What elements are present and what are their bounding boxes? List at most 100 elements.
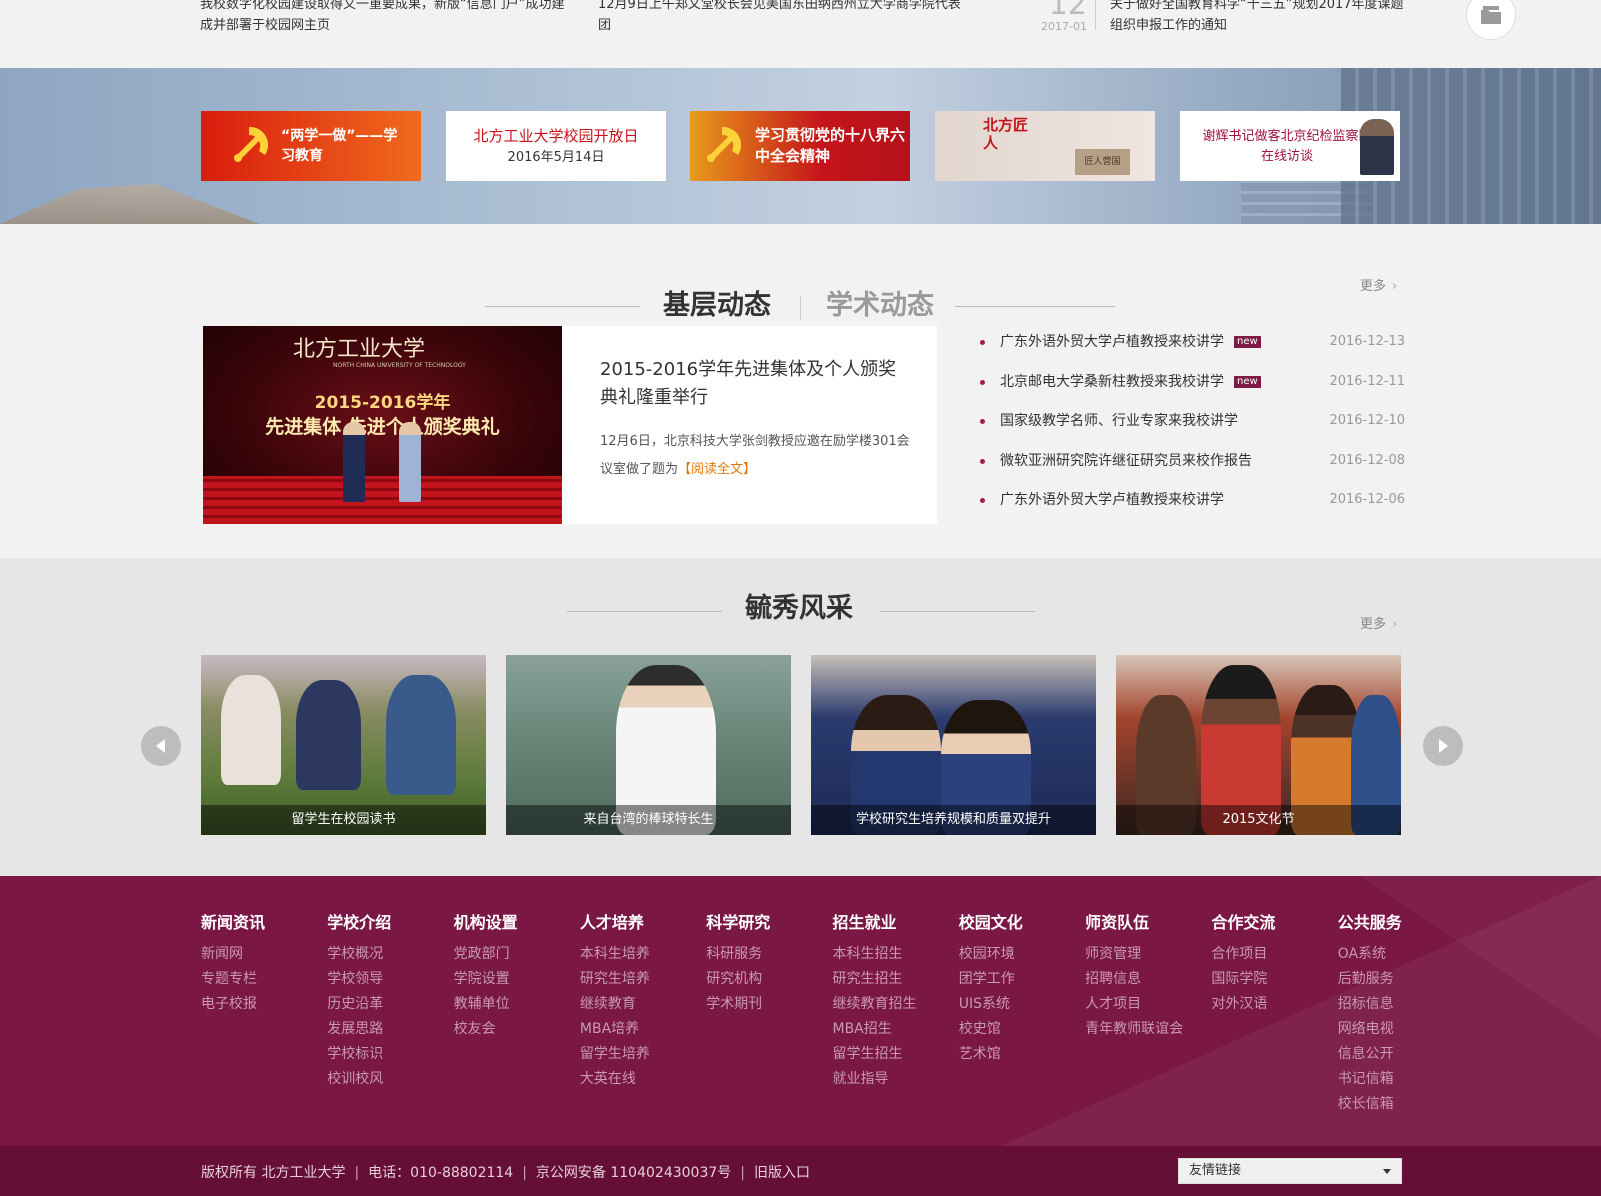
footer-link[interactable]: 专题专栏 <box>201 967 319 992</box>
footer-column-title[interactable]: 公共服务 <box>1338 912 1456 934</box>
footer-link[interactable]: 网络电视 <box>1338 1017 1456 1042</box>
footer-link[interactable]: 继续教育招生 <box>833 992 951 1017</box>
gallery-photo[interactable]: 学校研究生培养规模和质量双提升 <box>811 655 1096 835</box>
top-news-item-1[interactable]: 我校数字化校园建设取得又一重要成果，新版“信息门户”成功建成并部署于校园网主页 <box>200 0 570 36</box>
news-section: 基层动态 学术动态 更多 › 北方工业大学 NORTH CHINA UNIVERS… <box>0 224 1601 558</box>
promo-banner-open-day[interactable]: 北方工业大学校园开放日 2016年5月14日 <box>446 111 666 181</box>
footer-link[interactable]: 发展思路 <box>327 1017 445 1042</box>
footer-link[interactable]: MBA招生 <box>833 1017 951 1042</box>
footer-link[interactable]: 历史沿革 <box>327 992 445 1017</box>
list-item[interactable]: 北京邮电大学桑新柱教授来我校讲学 new 2016-12-11 <box>980 364 1405 404</box>
tab-academic-news[interactable]: 学术动态 <box>826 286 934 326</box>
friend-links-select[interactable]: 友情链接 <box>1178 1158 1402 1184</box>
footer-column: 机构设置党政部门 学院设置 教辅单位 校友会 <box>454 912 572 1042</box>
read-more-link[interactable]: 【阅读全文】 <box>678 462 756 477</box>
footer-link[interactable]: 艺术馆 <box>959 1042 1077 1067</box>
footer-column: 招生就业本科生招生 研究生招生 继续教育招生 MBA招生 留学生招生 就业指导 <box>833 912 951 1092</box>
footer-link[interactable]: 科研服务 <box>706 942 824 967</box>
footer-link[interactable]: 对外汉语 <box>1211 992 1329 1017</box>
footer-link[interactable]: 后勤服务 <box>1338 967 1456 992</box>
featured-news-summary: 12月6日，北京科技大学张剑教授应邀在励学楼301会议室做了题为【阅读全文】 <box>600 434 910 477</box>
footer-link[interactable]: 国际学院 <box>1211 967 1329 992</box>
footer-link[interactable]: MBA培养 <box>580 1017 698 1042</box>
promo-banner-interview[interactable]: 谢辉书记做客北京纪检监察网在线访谈 <box>1180 111 1400 181</box>
footer-link[interactable]: 校训校风 <box>327 1067 445 1092</box>
image-headline-1: 2015-2016学年 <box>314 393 451 413</box>
footer-link[interactable]: 师资管理 <box>1085 942 1203 967</box>
gallery-photo[interactable]: 来自台湾的棒球特长生 <box>506 655 791 835</box>
gallery-more-link[interactable]: 更多 › <box>1360 613 1397 632</box>
footer-link[interactable]: 教辅单位 <box>454 992 572 1017</box>
gallery-next-button[interactable] <box>1423 726 1463 766</box>
list-item[interactable]: 广东外语外贸大学卢植教授来校讲学 new 2016-12-13 <box>980 324 1405 364</box>
footer-link[interactable]: 学院设置 <box>454 967 572 992</box>
list-item[interactable]: 国家级教学名师、行业专家来我校讲学 2016-12-10 <box>980 403 1405 443</box>
list-item[interactable]: 广东外语外贸大学卢植教授来校讲学 2016-12-06 <box>980 482 1405 522</box>
folder-icon <box>1481 6 1501 24</box>
footer-link[interactable]: 继续教育 <box>580 992 698 1017</box>
footer-link[interactable]: UIS系统 <box>959 992 1077 1017</box>
footer-link[interactable]: 招标信息 <box>1338 992 1456 1017</box>
featured-news-title[interactable]: 2015-2016学年先进集体及个人颁奖典礼隆重举行 <box>600 356 910 412</box>
footer-link[interactable]: 校园环境 <box>959 942 1077 967</box>
footer-link[interactable]: 青年教师联谊会 <box>1085 1017 1203 1042</box>
footer-link[interactable]: 学校概况 <box>327 942 445 967</box>
footer-link[interactable]: 学术期刊 <box>706 992 824 1017</box>
footer-link[interactable]: 人才项目 <box>1085 992 1203 1017</box>
promo-banner-text: 学习贯彻党的十八界六中全会精神 <box>755 126 906 165</box>
footer-link[interactable]: 本科生招生 <box>833 942 951 967</box>
news-more-link[interactable]: 更多 › <box>1360 275 1397 294</box>
news-date: 2016-12-08 <box>1329 452 1405 468</box>
news-date: 2016-12-10 <box>1329 413 1405 428</box>
footer-link[interactable]: 本科生培养 <box>580 942 698 967</box>
footer-link[interactable]: 留学生招生 <box>833 1042 951 1067</box>
gallery-section: 毓秀风采 更多 › 留学生在校园读书 来自台湾的棒球特长生 学校研究生培养规模和质… <box>0 558 1601 876</box>
top-news-item-3[interactable]: 关于做好全国教育科学“十三五”规划2017年度课题组织申报工作的通知 <box>1110 0 1410 36</box>
footer-link[interactable]: 校史馆 <box>959 1017 1077 1042</box>
footer-link[interactable]: 学校领导 <box>327 967 445 992</box>
footer-column-title[interactable]: 人才培养 <box>580 912 698 934</box>
footer-link[interactable]: 信息公开 <box>1338 1042 1456 1067</box>
promo-banner-two-study[interactable]: “两学一做”——学习教育 <box>201 111 421 181</box>
footer-link[interactable]: 校友会 <box>454 1017 572 1042</box>
promo-banner-craftsman[interactable]: 北方匠人 匠人营国 <box>935 111 1155 181</box>
gallery-photo[interactable]: 2015文化节 <box>1116 655 1401 835</box>
footer-link[interactable]: OA系统 <box>1338 942 1456 967</box>
featured-news-card[interactable]: 北方工业大学 NORTH CHINA UNIVERSITY OF TECHNOL… <box>203 326 937 524</box>
top-news-item-2[interactable]: 12月9日上午郑文堂校长会见美国东田纳西州立大学商学院代表团 <box>598 0 968 36</box>
footer-column-title[interactable]: 学校介绍 <box>327 912 445 934</box>
footer-column-title[interactable]: 师资队伍 <box>1085 912 1203 934</box>
promo-banner-plenary[interactable]: 学习贯彻党的十八界六中全会精神 <box>690 111 910 181</box>
notice-button[interactable] <box>1466 0 1516 40</box>
photo-caption: 2015文化节 <box>1116 805 1401 835</box>
tab-grassroots-news[interactable]: 基层动态 <box>663 286 771 326</box>
footer-link[interactable]: 新闻网 <box>201 942 319 967</box>
footer-link[interactable]: 研究生培养 <box>580 967 698 992</box>
gallery-prev-button[interactable] <box>141 726 181 766</box>
gallery-photo[interactable]: 留学生在校园读书 <box>201 655 486 835</box>
top-news-strip: 我校数字化校园建设取得又一重要成果，新版“信息门户”成功建成并部署于校园网主页 … <box>0 0 1601 68</box>
footer-link[interactable]: 校长信箱 <box>1338 1092 1456 1117</box>
footer-link[interactable]: 党政部门 <box>454 942 572 967</box>
footer-column-title[interactable]: 合作交流 <box>1211 912 1329 934</box>
footer-column-title[interactable]: 新闻资讯 <box>201 912 319 934</box>
footer-link[interactable]: 就业指导 <box>833 1067 951 1092</box>
footer-link[interactable]: 合作项目 <box>1211 942 1329 967</box>
footer-column-title[interactable]: 科学研究 <box>706 912 824 934</box>
list-item[interactable]: 微软亚洲研究院许继征研究员来校作报告 2016-12-08 <box>980 443 1405 483</box>
footer-link[interactable]: 留学生培养 <box>580 1042 698 1067</box>
footer-column-title[interactable]: 校园文化 <box>959 912 1077 934</box>
footer-link[interactable]: 学校标识 <box>327 1042 445 1067</box>
footer-column: 学校介绍学校概况 学校领导 历史沿革 发展思路 学校标识 校训校风 <box>327 912 445 1092</box>
footer-column-title[interactable]: 招生就业 <box>833 912 951 934</box>
footer-link[interactable]: 招聘信息 <box>1085 967 1203 992</box>
footer-link[interactable]: 书记信箱 <box>1338 1067 1456 1092</box>
icp-link[interactable]: 京公网安备 110402430037号 <box>536 1165 731 1181</box>
old-site-link[interactable]: 旧版入口 <box>754 1165 810 1181</box>
footer-link[interactable]: 团学工作 <box>959 967 1077 992</box>
footer-link[interactable]: 研究生招生 <box>833 967 951 992</box>
footer-column-title[interactable]: 机构设置 <box>454 912 572 934</box>
footer-link[interactable]: 研究机构 <box>706 967 824 992</box>
footer-link[interactable]: 大英在线 <box>580 1067 698 1092</box>
footer-link[interactable]: 电子校报 <box>201 992 319 1017</box>
